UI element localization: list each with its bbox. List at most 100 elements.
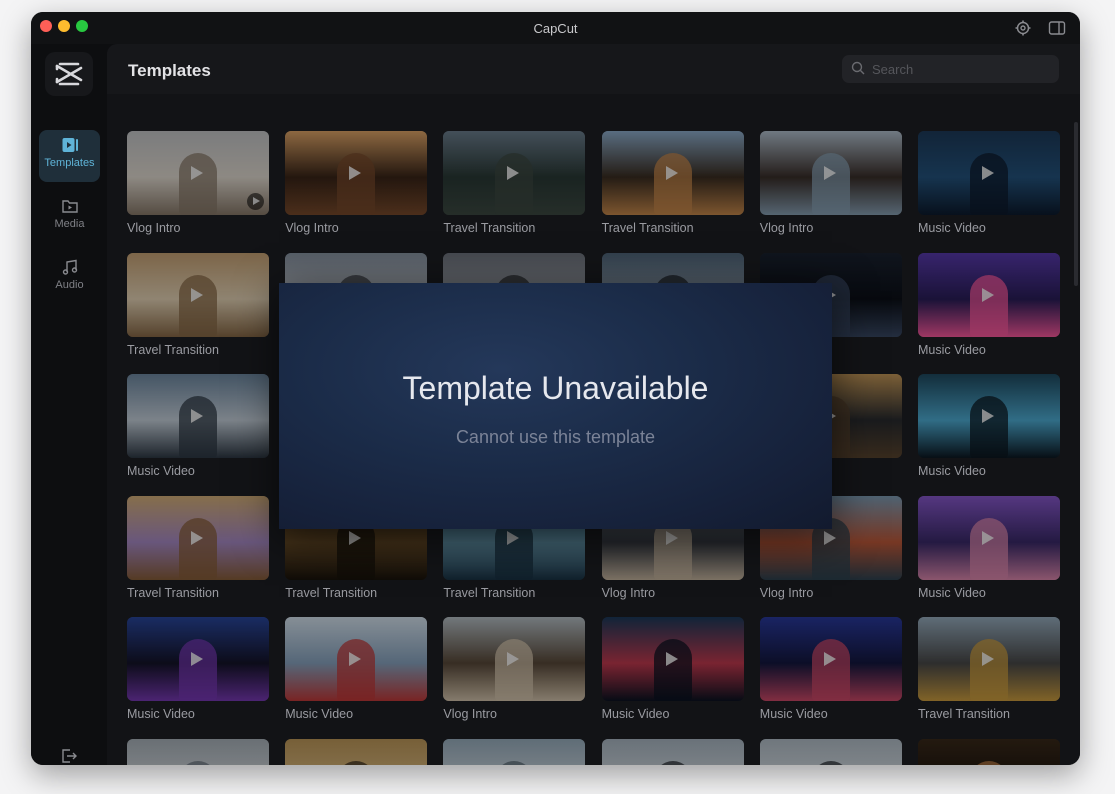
dim-overlay <box>127 131 269 215</box>
template-card[interactable] <box>918 739 1060 765</box>
dim-overlay <box>285 739 428 765</box>
dim-overlay <box>918 495 1060 580</box>
template-label: Music Video <box>601 707 670 722</box>
template-thumbnail[interactable] <box>127 617 269 702</box>
dim-overlay <box>918 252 1060 337</box>
sidebar-item-label: Media <box>54 218 85 230</box>
logout-icon[interactable] <box>60 747 78 765</box>
sidebar-item-label: Templates <box>44 157 95 169</box>
template-card[interactable]: Music Video <box>127 617 269 721</box>
template-label: Travel Transition <box>443 221 536 235</box>
dim-overlay <box>601 131 744 215</box>
dim-overlay <box>285 131 428 215</box>
template-thumbnail[interactable] <box>759 617 902 702</box>
template-card[interactable]: Travel Transition <box>127 252 269 357</box>
template-card[interactable] <box>285 739 428 765</box>
template-card[interactable]: Music Video <box>918 131 1060 235</box>
template-card[interactable] <box>601 739 744 765</box>
template-card[interactable]: Music Video <box>918 374 1060 478</box>
template-card[interactable]: Music Video <box>918 495 1060 600</box>
template-thumbnail[interactable] <box>443 131 586 215</box>
sidebar: Templates Media Audio <box>31 44 107 765</box>
dim-overlay <box>443 739 586 765</box>
template-thumbnail[interactable] <box>443 617 586 702</box>
sidebar-item-media[interactable]: Media <box>39 191 100 243</box>
dim-overlay <box>127 252 269 337</box>
template-card[interactable]: Music Video <box>601 617 744 722</box>
template-thumbnail[interactable] <box>759 739 902 765</box>
template-card[interactable]: Vlog Intro <box>127 131 269 235</box>
template-label: Music Video <box>285 707 354 722</box>
template-card[interactable]: Travel Transition <box>127 495 269 600</box>
dim-overlay <box>127 617 269 702</box>
template-card[interactable]: Music Video <box>918 252 1060 357</box>
template-card[interactable]: Music Video <box>285 617 428 722</box>
media-folder-icon <box>61 200 78 213</box>
dim-overlay <box>285 617 428 702</box>
template-thumbnail[interactable] <box>285 739 428 765</box>
template-label: Vlog Intro <box>759 585 814 600</box>
page-title: Templates <box>128 61 211 80</box>
template-label: Vlog Intro <box>443 707 497 722</box>
dim-overlay <box>601 739 744 765</box>
template-thumbnail[interactable] <box>127 739 269 765</box>
template-thumbnail[interactable] <box>285 131 428 215</box>
template-label: Travel Transition <box>127 585 219 600</box>
main-header: Templates <box>107 44 1080 94</box>
template-thumbnail[interactable] <box>918 131 1060 215</box>
sidebar-item-label: Audio <box>55 279 84 291</box>
template-card[interactable]: Vlog Intro <box>443 617 586 722</box>
template-card[interactable]: Vlog Intro <box>285 131 428 235</box>
template-thumbnail[interactable] <box>127 131 269 215</box>
template-label: Vlog Intro <box>285 221 339 235</box>
sidebar-item-templates[interactable]: Templates <box>39 130 100 182</box>
template-thumbnail[interactable] <box>127 495 269 580</box>
template-thumbnail[interactable] <box>127 252 269 337</box>
template-card[interactable] <box>127 739 269 765</box>
template-card[interactable]: Vlog Intro <box>759 131 902 235</box>
template-thumbnail[interactable] <box>918 739 1060 765</box>
search-box[interactable] <box>842 55 1059 83</box>
template-label: Music Video <box>759 707 828 722</box>
template-label: Vlog Intro <box>127 221 181 235</box>
template-label: Music Video <box>918 585 986 600</box>
dim-overlay <box>127 739 269 765</box>
template-card[interactable]: Travel Transition <box>918 617 1060 721</box>
dim-overlay <box>918 374 1060 459</box>
template-label: Music Video <box>918 221 986 235</box>
template-thumbnail[interactable] <box>918 617 1060 702</box>
template-thumbnail[interactable] <box>918 252 1060 337</box>
template-thumbnail[interactable] <box>601 739 744 765</box>
template-thumbnail[interactable] <box>285 617 428 702</box>
template-thumbnail[interactable] <box>127 374 269 459</box>
sidebar-toggle-icon[interactable] <box>1048 19 1066 37</box>
template-label: Music Video <box>918 342 986 357</box>
search-input[interactable] <box>872 60 1042 78</box>
template-card[interactable]: Music Video <box>759 617 902 722</box>
template-label: Travel Transition <box>601 221 694 235</box>
template-thumbnail[interactable] <box>759 131 902 215</box>
dim-overlay <box>601 617 744 702</box>
template-thumbnail[interactable] <box>601 131 744 215</box>
dim-overlay <box>759 617 902 702</box>
template-thumbnail[interactable] <box>443 739 586 765</box>
dim-overlay <box>127 374 269 459</box>
dim-overlay <box>443 131 586 215</box>
template-thumbnail[interactable] <box>918 495 1060 580</box>
template-card[interactable] <box>759 739 902 765</box>
template-thumbnail[interactable] <box>918 374 1060 459</box>
template-label: Vlog Intro <box>759 221 814 235</box>
search-icon <box>851 61 865 75</box>
window-title: CapCut <box>533 21 578 36</box>
template-card[interactable]: Music Video <box>127 374 269 478</box>
template-thumbnail[interactable] <box>601 617 744 702</box>
sidebar-item-audio[interactable]: Audio <box>39 252 100 304</box>
gear-icon[interactable] <box>1014 19 1032 37</box>
template-label: Travel Transition <box>918 707 1010 722</box>
template-card[interactable]: Travel Transition <box>443 131 586 235</box>
capcut-logo[interactable] <box>45 52 93 96</box>
modal-subtitle: Cannot use this template <box>455 427 656 447</box>
template-card[interactable] <box>443 739 586 765</box>
scrollbar[interactable] <box>1074 122 1078 286</box>
template-card[interactable]: Travel Transition <box>601 131 744 235</box>
